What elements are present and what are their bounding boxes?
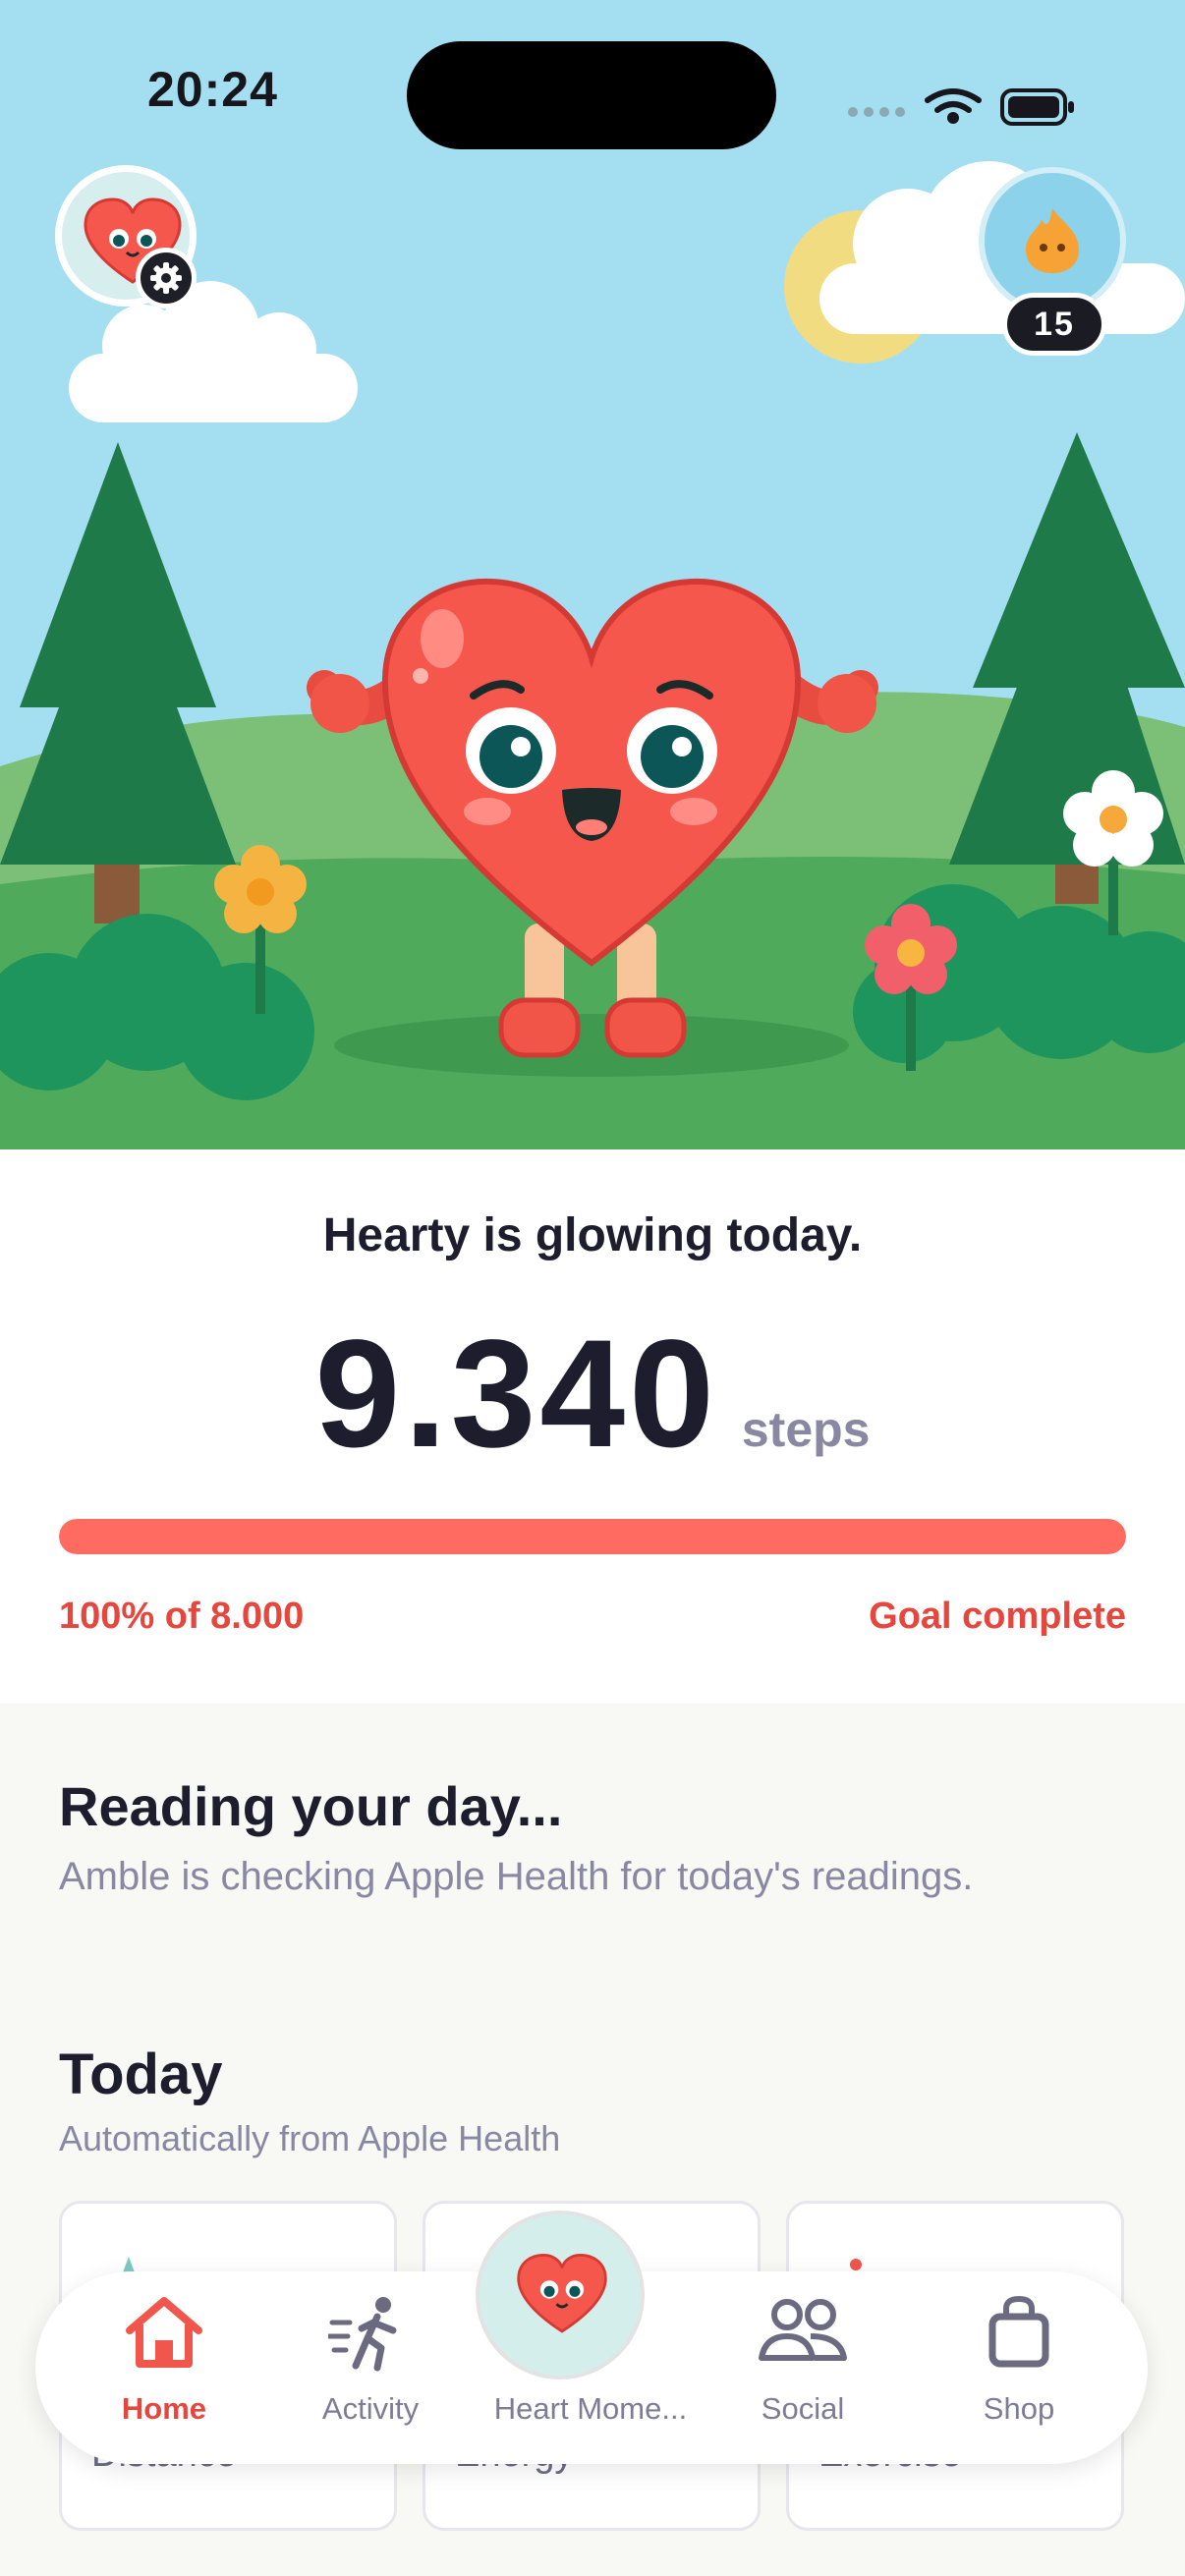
progress-percent-text: 100% of 8.000 bbox=[59, 1596, 305, 1637]
gear-icon bbox=[150, 262, 182, 294]
mood-headline: Hearty is glowing today. bbox=[322, 1209, 863, 1261]
today-subtitle: Automatically from Apple Health bbox=[59, 2118, 561, 2158]
tab-label: Heart Mome... bbox=[493, 2391, 688, 2426]
goal-status-text: Goal complete bbox=[869, 1596, 1126, 1637]
home-icon bbox=[126, 2297, 202, 2368]
tab-shop[interactable]: Shop bbox=[916, 2271, 1122, 2464]
hero-scene: 20:24 15 bbox=[0, 0, 1185, 1149]
step-progress-fill bbox=[59, 1519, 1126, 1554]
heart-moments-bubble[interactable] bbox=[476, 2211, 645, 2380]
running-icon bbox=[328, 2297, 397, 2372]
status-time: 20:24 bbox=[147, 62, 278, 117]
tab-label: Shop bbox=[983, 2391, 1055, 2426]
step-count-row: 9.340 steps bbox=[0, 1307, 1185, 1483]
reading-subtitle: Amble is checking Apple Health for today… bbox=[59, 1855, 974, 1898]
wifi-icon bbox=[925, 88, 982, 113]
tab-label: Social bbox=[761, 2391, 845, 2426]
dynamic-island bbox=[407, 41, 776, 149]
tab-label: Home bbox=[121, 2391, 207, 2426]
hero-illustration bbox=[0, 0, 1185, 1149]
today-title: Today bbox=[59, 2043, 223, 2106]
status-icons bbox=[848, 88, 1074, 126]
streak-count-badge: 15 bbox=[1002, 293, 1106, 356]
steps-card: Hearty is glowing today. 9.340 steps 100%… bbox=[0, 1149, 1185, 1704]
reading-title: Reading your day... bbox=[59, 1775, 563, 1837]
battery-icon bbox=[1000, 88, 1074, 126]
signal-icon bbox=[848, 107, 905, 117]
tab-home[interactable]: Home bbox=[61, 2271, 267, 2464]
heart-mascot-icon bbox=[517, 2253, 607, 2333]
tab-social[interactable]: Social bbox=[700, 2271, 906, 2464]
flame-mascot-icon bbox=[1026, 208, 1079, 273]
tab-activity[interactable]: Activity bbox=[267, 2271, 474, 2464]
step-unit: steps bbox=[741, 1402, 871, 1457]
tab-label: Activity bbox=[321, 2391, 420, 2426]
settings-button[interactable] bbox=[136, 248, 197, 308]
people-icon bbox=[759, 2299, 847, 2361]
shopping-bag-icon bbox=[988, 2295, 1049, 2368]
mascot-shadow bbox=[334, 1014, 849, 1077]
step-count: 9.340 bbox=[314, 1309, 718, 1480]
step-progress-bar bbox=[59, 1519, 1126, 1554]
